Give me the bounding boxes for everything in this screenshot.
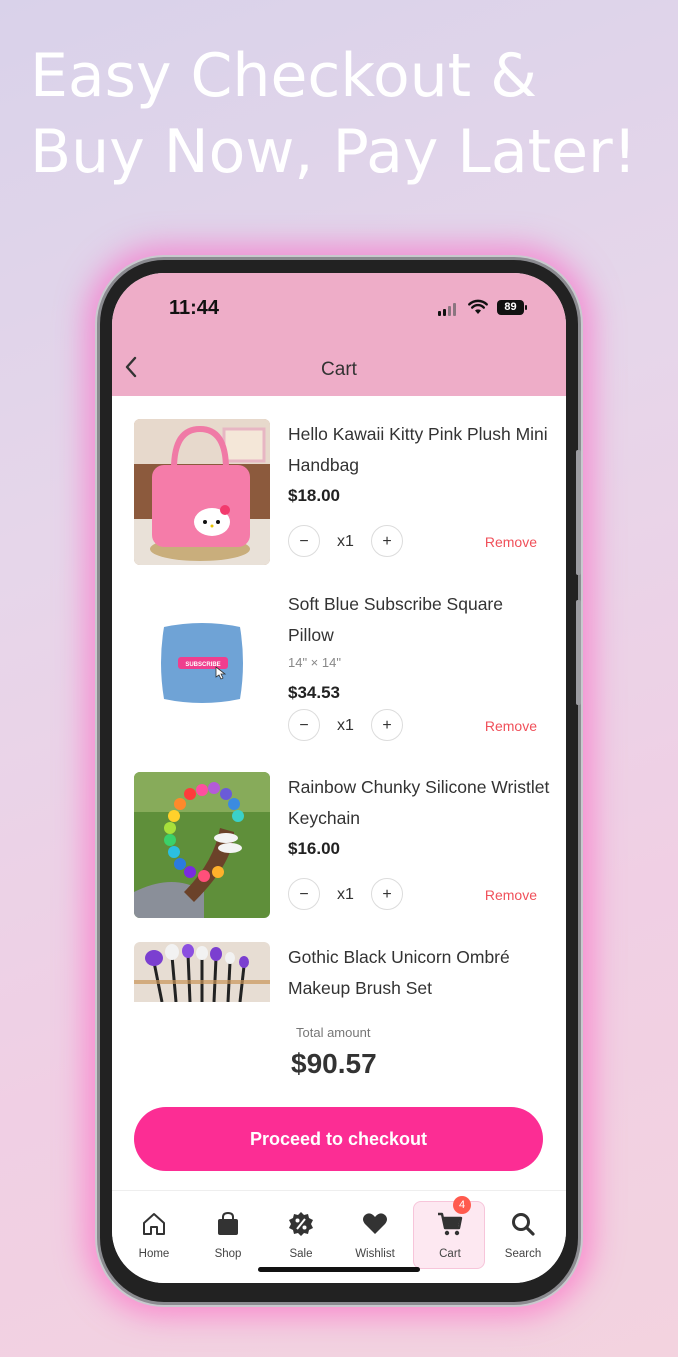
product-image-brush-set[interactable]	[134, 942, 270, 1002]
tab-label: Wishlist	[355, 1248, 395, 1260]
tab-search[interactable]: Search	[487, 1191, 559, 1267]
increase-quantity-button[interactable]: +	[371, 525, 403, 557]
cart-count-badge: 4	[453, 1196, 471, 1214]
headline-line-1: Easy Checkout &	[30, 41, 538, 111]
product-name[interactable]: Rainbow Chunky Silicone Wristlet Keychai…	[288, 772, 550, 834]
tab-label: Cart	[439, 1248, 461, 1260]
cart-icon	[438, 1212, 463, 1236]
status-time: 11:44	[169, 297, 220, 319]
pillow-print-text: SUBSCRIBE	[185, 662, 220, 668]
tab-shop[interactable]: Shop	[192, 1191, 264, 1267]
discount-icon	[289, 1212, 313, 1236]
product-name[interactable]: Hello Kawaii Kitty Pink Plush Mini Handb…	[288, 419, 550, 481]
product-variant: 14" × 14"	[288, 655, 341, 670]
increase-quantity-button[interactable]: +	[371, 878, 403, 910]
headline-line-2: Buy Now, Pay Later!	[30, 117, 637, 187]
remove-button[interactable]: Remove	[485, 887, 537, 903]
cart-item: Gothic Black Unicorn Ombré Makeup Brush …	[112, 942, 566, 1002]
decrease-quantity-button[interactable]: −	[288, 709, 320, 741]
signal-icon	[438, 303, 456, 316]
tab-label: Shop	[214, 1248, 242, 1260]
top-bar: 11:44 89 Cart	[112, 273, 566, 396]
quantity-value: x1	[337, 886, 354, 903]
tab-wishlist[interactable]: Wishlist	[339, 1191, 411, 1267]
total-value: $90.57	[291, 1048, 377, 1079]
battery-icon: 89	[497, 300, 527, 315]
heart-icon	[363, 1213, 387, 1234]
product-image-pillow[interactable]: SUBSCRIBE	[134, 589, 270, 735]
product-name[interactable]: Soft Blue Subscribe Square Pillow	[288, 589, 550, 651]
product-image-handbag[interactable]	[134, 419, 270, 565]
decrease-quantity-button[interactable]: −	[288, 878, 320, 910]
home-indicator	[258, 1267, 420, 1272]
tab-label: Search	[504, 1248, 542, 1260]
remove-button[interactable]: Remove	[485, 534, 537, 550]
tab-sale[interactable]: Sale	[265, 1191, 337, 1267]
phone-side-button	[576, 450, 581, 575]
tab-home[interactable]: Home	[118, 1191, 190, 1267]
phone-side-button	[576, 600, 581, 705]
app-screen: 11:44 89 Cart Hello Kawaii Kitty Pink Pl…	[112, 273, 566, 1283]
tab-label: Sale	[289, 1248, 313, 1260]
decrease-quantity-button[interactable]: −	[288, 525, 320, 557]
product-name[interactable]: Gothic Black Unicorn Ombré Makeup Brush …	[288, 942, 550, 1002]
page-title: Cart	[321, 359, 357, 380]
promo-headline: Easy Checkout & Buy Now, Pay Later!	[30, 38, 670, 190]
proceed-to-checkout-button[interactable]: Proceed to checkout	[134, 1107, 543, 1171]
product-image-keychain[interactable]	[134, 772, 270, 918]
bag-icon	[218, 1211, 238, 1235]
product-price: $34.53	[288, 683, 340, 702]
wifi-icon	[468, 299, 488, 314]
remove-button[interactable]: Remove	[485, 718, 537, 734]
increase-quantity-button[interactable]: +	[371, 709, 403, 741]
home-icon	[143, 1213, 165, 1235]
search-icon	[512, 1213, 535, 1236]
quantity-value: x1	[337, 533, 354, 550]
tab-cart[interactable]: 4 Cart	[413, 1196, 485, 1269]
product-price: $18.00	[288, 486, 340, 505]
total-label: Total amount	[296, 1025, 371, 1040]
quantity-value: x1	[337, 717, 354, 734]
tab-label: Home	[138, 1248, 170, 1260]
product-price: $16.00	[288, 839, 340, 858]
